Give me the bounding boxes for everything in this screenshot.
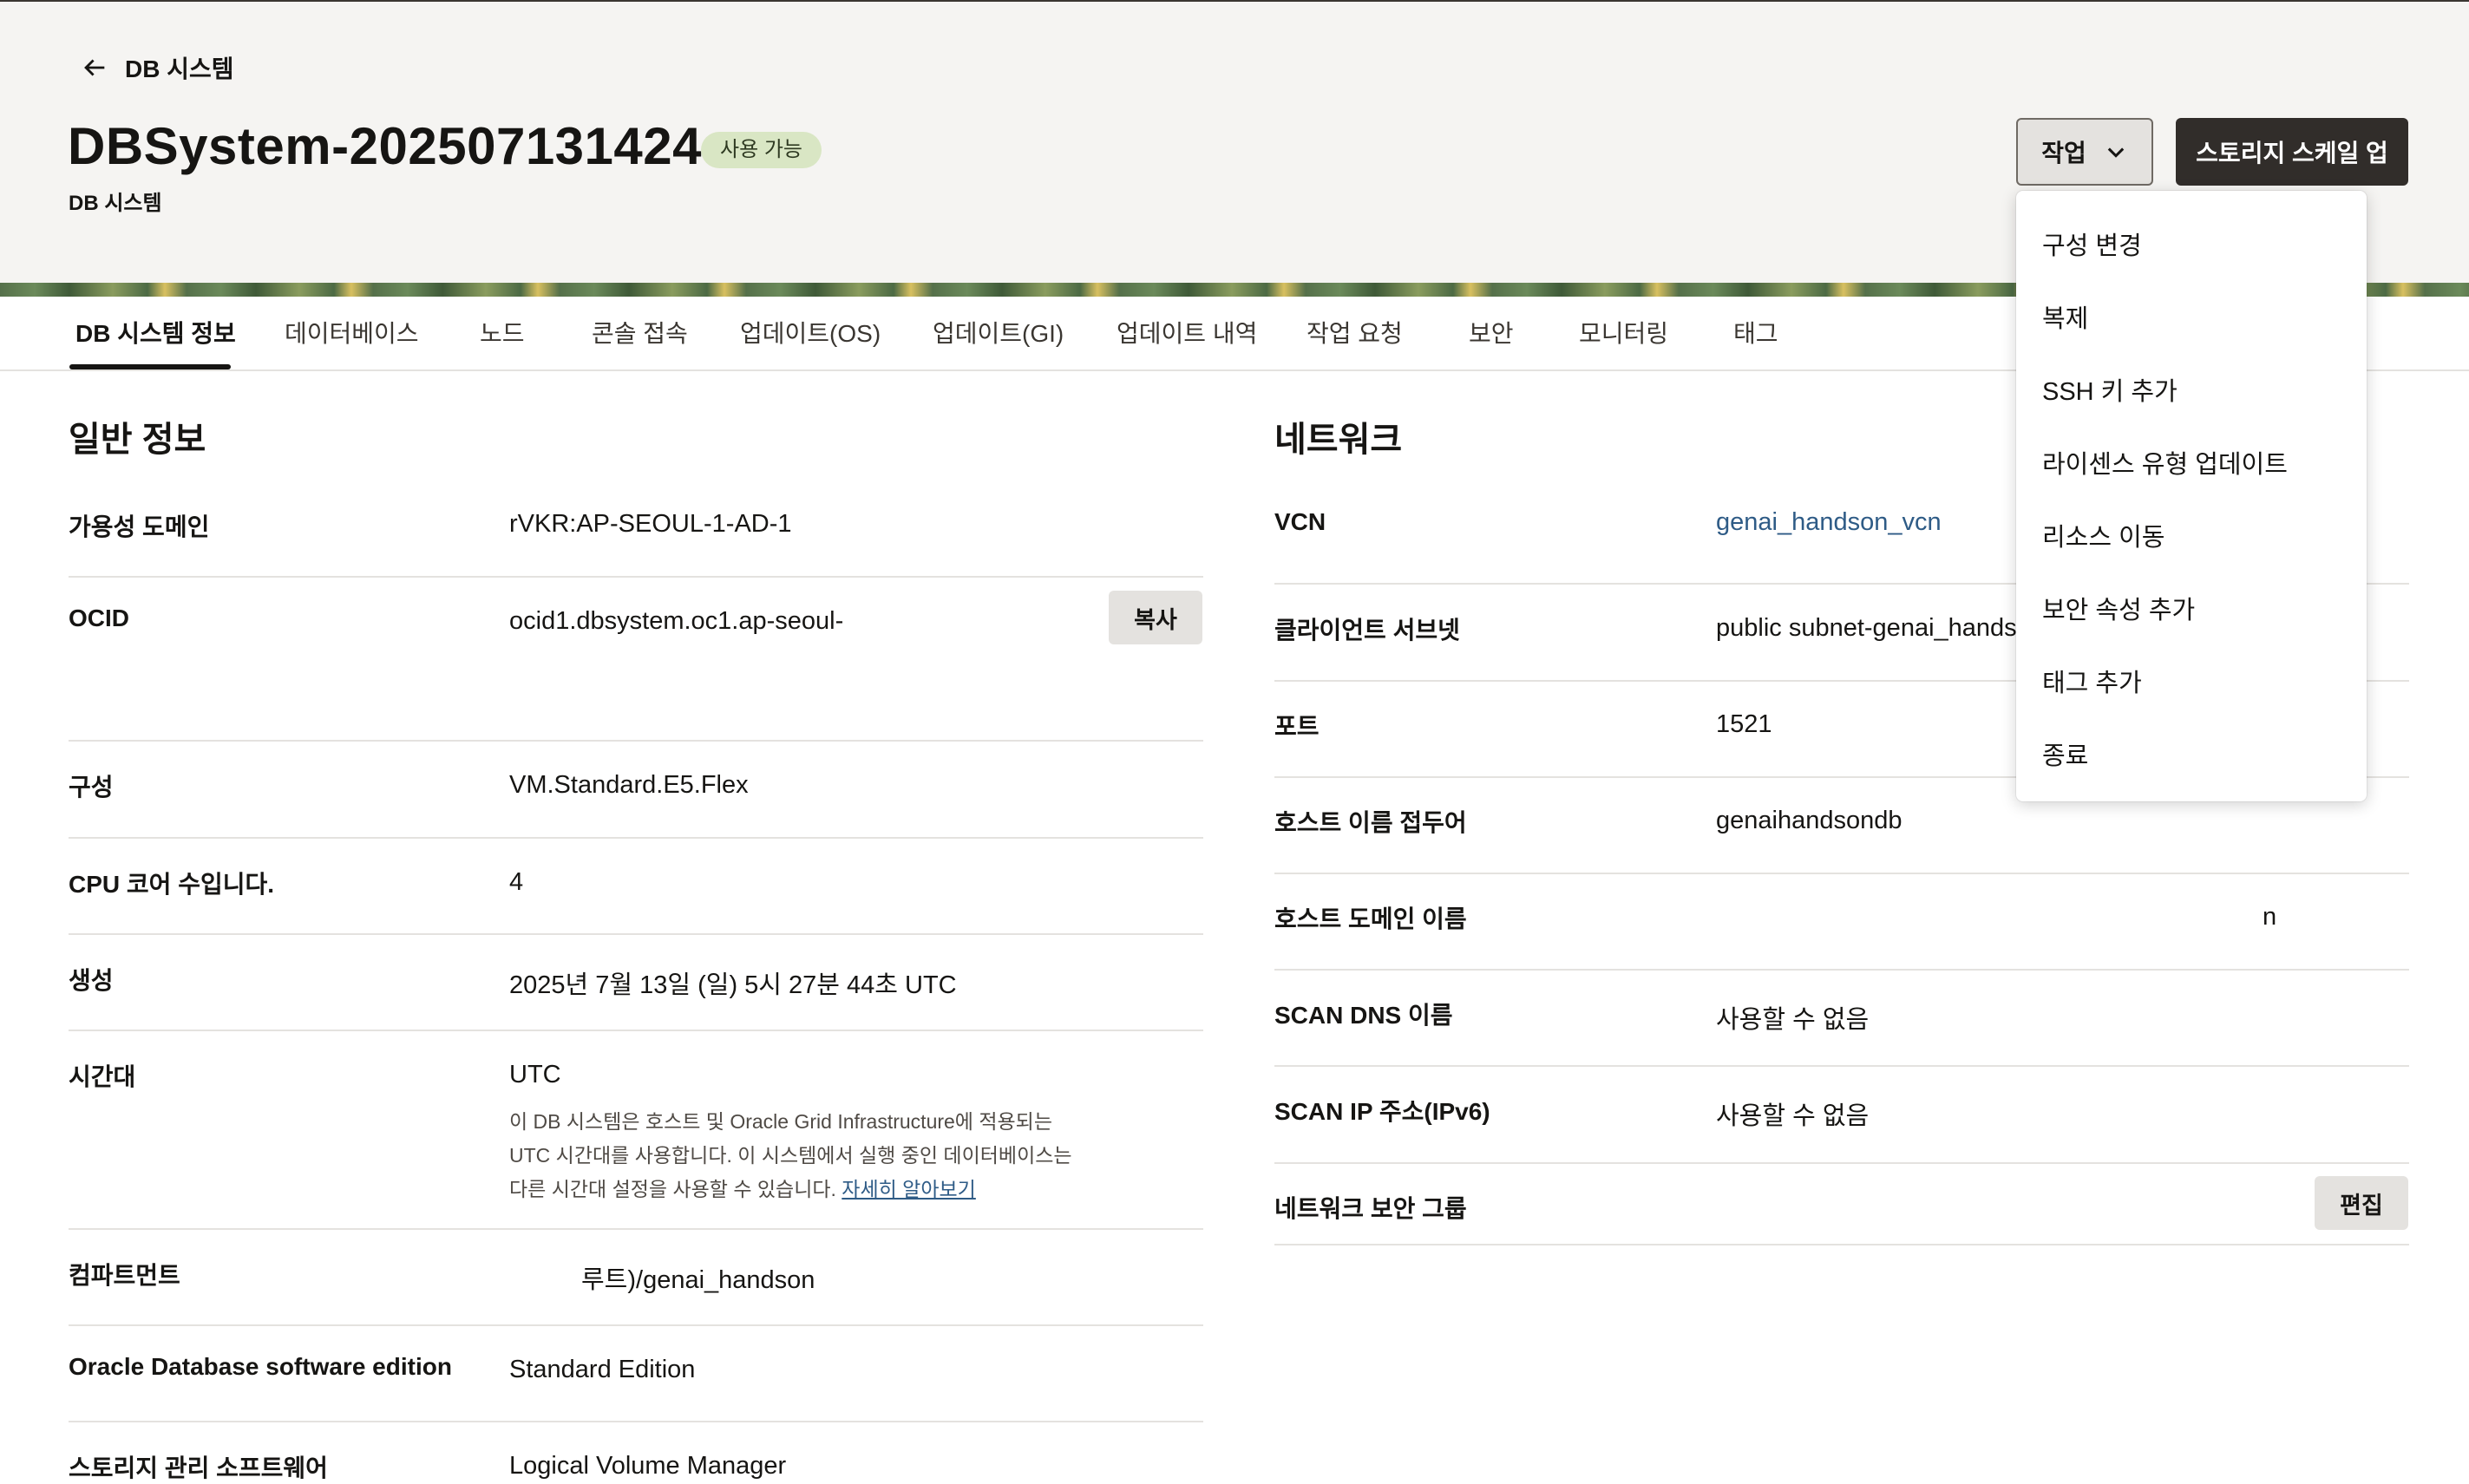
tab-console-connection[interactable]: 콘솔 접속 — [592, 297, 688, 371]
row-divider — [1274, 1162, 2409, 1164]
row-divider — [1274, 969, 2409, 971]
row-divider — [69, 1228, 1203, 1230]
learn-more-link[interactable]: 자세히 알아보기 — [842, 1178, 976, 1200]
tab-monitoring[interactable]: 모니터링 — [1579, 297, 1668, 371]
row-divider — [69, 837, 1203, 839]
shape-value: VM.Standard.E5.Flex — [509, 771, 749, 799]
scan-dns-label: SCAN DNS 이름 — [1274, 1002, 1453, 1029]
vcn-label: VCN — [1274, 508, 1326, 535]
availability-domain-label: 가용성 도메인 — [69, 513, 210, 540]
timezone-note-text: 이 DB 시스템은 호스트 및 Oracle Grid Infrastructu… — [509, 1110, 1072, 1200]
timezone-label: 시간대 — [69, 1063, 136, 1090]
row-divider — [1274, 1244, 2409, 1245]
back-link[interactable]: DB 시스템 — [80, 50, 234, 85]
row-divider — [69, 1421, 1203, 1422]
row-divider — [69, 740, 1203, 742]
row-divider — [1274, 873, 2409, 874]
shape-label: 구성 — [69, 774, 114, 801]
host-domain-label: 호스트 도메인 이름 — [1274, 905, 1467, 932]
menu-item-add-ssh-keys[interactable]: SSH 키 추가 — [2042, 371, 2178, 408]
active-tab-indicator — [69, 364, 231, 369]
tab-updates-gi[interactable]: 업데이트(GI) — [933, 297, 1064, 371]
page-subtitle: DB 시스템 — [69, 192, 162, 215]
menu-item-move-resource[interactable]: 리소스 이동 — [2042, 517, 2164, 553]
created-label: 생성 — [69, 967, 114, 994]
compartment-value: 루트)/genai_handson — [581, 1266, 815, 1294]
db-edition-label: Oracle Database software edition — [69, 1353, 452, 1380]
port-label: 포트 — [1274, 713, 1320, 740]
scan-dns-value: 사용할 수 없음 — [1716, 1006, 1870, 1034]
actions-menu-label: 작업 — [2041, 140, 2086, 167]
scan-ip-value: 사용할 수 없음 — [1716, 1102, 1870, 1130]
row-divider — [69, 1324, 1203, 1326]
menu-item-add-tags[interactable]: 태그 추가 — [2042, 663, 2142, 699]
network-title: 네트워크 — [1274, 421, 1403, 459]
row-divider — [69, 933, 1203, 935]
menu-item-change-shape[interactable]: 구성 변경 — [2042, 226, 2142, 262]
hostname-prefix-label: 호스트 이름 접두어 — [1274, 809, 1467, 836]
menu-item-update-license-type[interactable]: 라이센스 유형 업데이트 — [2042, 444, 2288, 481]
compartment-label: 컴파트먼트 — [69, 1262, 180, 1289]
client-subnet-value: public subnet-genai_hands — [1716, 614, 2017, 642]
tab-updates-os[interactable]: 업데이트(OS) — [740, 297, 881, 371]
copy-ocid-button[interactable]: 복사 — [1109, 591, 1202, 644]
ocid-value: ocid1.dbsystem.oc1.ap-seoul- — [509, 607, 844, 635]
tab-db-system-info[interactable]: DB 시스템 정보 — [75, 297, 236, 371]
menu-item-add-security-attributes[interactable]: 보안 속성 추가 — [2042, 590, 2195, 626]
cpu-cores-label: CPU 코어 수입니다. — [69, 871, 275, 898]
host-domain-value: n — [2263, 903, 2277, 931]
row-divider — [69, 576, 1203, 578]
db-edition-value: Standard Edition — [509, 1356, 696, 1383]
port-value: 1521 — [1716, 710, 1772, 738]
storage-software-label: 스토리지 관리 소프트웨어 — [69, 1455, 328, 1481]
row-divider — [1274, 1065, 2409, 1067]
actions-menu-button[interactable]: 작업 — [2016, 118, 2153, 186]
arrow-left-icon — [84, 59, 105, 76]
tab-security[interactable]: 보안 — [1469, 297, 1514, 371]
status-badge: 사용 가능 — [701, 132, 822, 168]
created-value: 2025년 7월 13일 (일) 5시 27분 44초 UTC — [509, 971, 957, 999]
chevron-down-icon — [2107, 147, 2125, 158]
availability-domain-value: rVKR:AP-SEOUL-1-AD-1 — [509, 510, 792, 538]
cpu-cores-value: 4 — [509, 868, 524, 896]
general-info-title: 일반 정보 — [69, 421, 206, 459]
tab-tags[interactable]: 태그 — [1733, 297, 1778, 371]
menu-item-clone[interactable]: 복제 — [2042, 298, 2088, 335]
actions-dropdown-menu: 구성 변경 복제 SSH 키 추가 라이센스 유형 업데이트 리소스 이동 보안… — [2016, 191, 2367, 801]
timezone-note: 이 DB 시스템은 호스트 및 Oracle Grid Infrastructu… — [509, 1105, 1090, 1206]
ocid-label: OCID — [69, 605, 129, 631]
tab-update-history[interactable]: 업데이트 내역 — [1117, 297, 1257, 371]
menu-item-terminate[interactable]: 종료 — [2042, 735, 2088, 772]
tab-nodes[interactable]: 노드 — [480, 297, 525, 371]
timezone-value: UTC — [509, 1061, 561, 1088]
nsg-label: 네트워크 보안 그룹 — [1274, 1195, 1467, 1222]
scan-ip-label: SCAN IP 주소(IPv6) — [1274, 1098, 1490, 1125]
page-title: DBSystem-202507131424 — [68, 117, 703, 175]
row-divider — [69, 1030, 1203, 1031]
storage-software-value: Logical Volume Manager — [509, 1452, 787, 1480]
tab-databases[interactable]: 데이터베이스 — [285, 297, 419, 371]
back-link-label: DB 시스템 — [125, 56, 234, 82]
tab-work-requests[interactable]: 작업 요청 — [1307, 297, 1403, 371]
client-subnet-label: 클라이언트 서브넷 — [1274, 617, 1460, 644]
hostname-prefix-value: genaihandsondb — [1716, 807, 1903, 834]
vcn-link[interactable]: genai_handson_vcn — [1716, 508, 1942, 537]
scale-up-storage-button[interactable]: 스토리지 스케일 업 — [2176, 118, 2408, 186]
edit-nsg-button[interactable]: 편집 — [2315, 1176, 2408, 1230]
